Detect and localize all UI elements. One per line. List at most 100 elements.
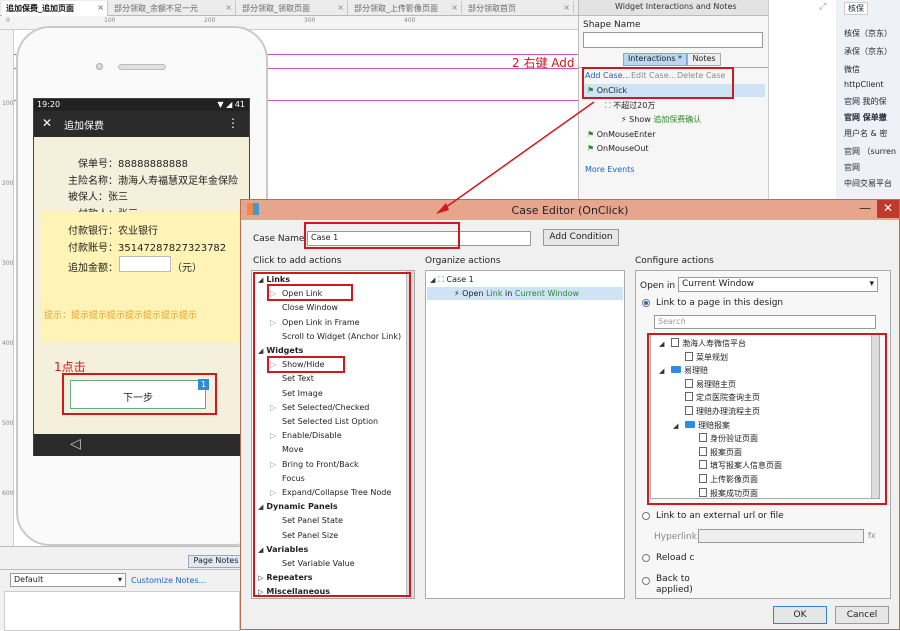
add-condition-button[interactable]: Add Condition <box>543 229 619 246</box>
tab-page[interactable]: 部分领取_上传影像页面 × <box>350 1 462 16</box>
lightning-icon: ⚡ <box>621 115 627 124</box>
organize-actions-list[interactable]: ◢ ⛶ Case 1 ⚡ Open Link in Current Window <box>425 270 625 599</box>
top-label: 核保 <box>844 2 868 15</box>
tab-page[interactable]: 追加保费_追加页面 × <box>2 1 108 16</box>
chevron-down-icon: ▾ <box>117 575 122 584</box>
back-icon[interactable]: ◁ <box>70 436 81 452</box>
close-icon[interactable]: ✕ <box>877 200 899 218</box>
list-item[interactable]: 官网 我的保 <box>844 96 887 107</box>
action-node[interactable]: ⚡ Open Link in Current Window <box>454 289 579 298</box>
ruler-label: 100 <box>104 17 116 24</box>
menu-icon[interactable]: ⋮ <box>227 116 239 130</box>
ruler-label: 500 <box>2 420 14 427</box>
event-onmouseenter[interactable]: ⚑ OnMouseEnter <box>587 130 656 139</box>
close-tab-icon[interactable]: × <box>337 3 344 12</box>
ruler-label: 300 <box>2 260 14 267</box>
open-in-label: Open in <box>640 281 676 291</box>
case-icon: ⛶ <box>438 275 444 284</box>
tree-search-input[interactable]: Search <box>654 315 876 329</box>
list-item[interactable]: 官网 <box>844 162 860 173</box>
minimize-icon[interactable]: — <box>855 200 875 218</box>
radio-reload[interactable] <box>642 554 650 562</box>
ruler-label: 0 <box>6 17 10 24</box>
tab-page[interactable]: 部分领取_领取页面 × <box>238 1 348 16</box>
action-row[interactable]: ⚡ Show 追加保费确认 <box>621 114 701 125</box>
field-label: 主险名称： <box>68 176 118 187</box>
action-label: Show <box>629 115 651 124</box>
list-item[interactable]: 核保（京东） <box>844 28 892 39</box>
highlight-case-name <box>304 222 460 249</box>
list-item[interactable]: httpClient <box>844 80 884 89</box>
tab-label: 追加保费_追加页面 <box>6 4 74 13</box>
hyperlink-input[interactable] <box>698 529 864 543</box>
list-item[interactable]: 中间交易平台 <box>844 178 892 189</box>
radio-external-url[interactable] <box>642 512 650 520</box>
close-tab-icon[interactable]: × <box>97 3 104 12</box>
close-tab-icon[interactable]: × <box>451 3 458 12</box>
action-connector: in <box>502 289 515 298</box>
list-item[interactable]: 用户名 & 密 <box>844 128 887 139</box>
camera-icon <box>96 63 103 70</box>
tab-page[interactable]: 部分领取首页 × <box>464 1 574 16</box>
tip-text: 提示：提示提示提示提示提示提示提示 <box>44 311 198 321</box>
policy-number-row: 保单号：88888888888 <box>78 155 188 170</box>
open-in-select[interactable]: Current Window ▾ <box>678 277 878 292</box>
tab-notes[interactable]: Notes <box>687 53 721 66</box>
action-target: 追加保费确认 <box>653 115 702 124</box>
close-tab-icon[interactable]: × <box>563 3 570 12</box>
list-item[interactable]: 官网 保单撤 <box>844 112 887 123</box>
radio-back-label-2: applied) <box>656 585 693 595</box>
step1-annotation: 1点击 <box>54 360 86 374</box>
tab-interactions[interactable]: Interactions * <box>623 53 687 66</box>
event-onmouseout[interactable]: ⚑ OnMouseOut <box>587 144 649 153</box>
notes-select[interactable]: Default ▾ <box>10 573 126 587</box>
tab-notes-label: Notes <box>692 54 716 63</box>
case-row[interactable]: ⛶ 不超过20万 <box>605 100 655 111</box>
list-item[interactable]: 微信 <box>844 64 860 75</box>
list-item[interactable]: 官网 （surren <box>844 146 896 157</box>
radio-reload-label: Reload c <box>656 553 695 563</box>
column-header-configure: Configure actions <box>635 256 714 266</box>
highlight-page-tree <box>647 333 887 505</box>
event-label: OnMouseOut <box>596 144 649 153</box>
close-tab-icon[interactable]: × <box>225 3 232 12</box>
case-node[interactable]: ◢ ⛶ Case 1 <box>430 275 474 285</box>
speaker-icon <box>118 64 166 70</box>
tab-label: 部分领取_上传影像页面 <box>354 4 438 13</box>
tab-page[interactable]: 部分领取_余额不足一元 × <box>110 1 236 16</box>
ruler-label: 100 <box>2 100 14 107</box>
ok-button[interactable]: OK <box>773 606 827 624</box>
action-target: Current Window <box>514 289 580 298</box>
field-value: 渤海人寿福慧双足年金保险 <box>118 176 238 187</box>
field-label: 付款银行： <box>68 226 118 237</box>
notes-textarea[interactable] <box>4 591 240 631</box>
amount-row: 追加金额： <box>68 259 118 274</box>
notes-select-value: Default <box>14 575 44 584</box>
ruler-label: 400 <box>2 340 14 347</box>
radio-back[interactable] <box>642 577 650 585</box>
radio-link-page[interactable] <box>642 299 650 307</box>
field-value: 张三 <box>108 192 128 203</box>
amount-input[interactable] <box>119 256 171 272</box>
radio-external-url-label: Link to an external url or file <box>656 511 784 521</box>
highlight-actions-list <box>253 272 411 597</box>
chevron-down-icon: ▾ <box>869 279 874 289</box>
status-bar: 19:20 ▼ ◢ 41 <box>34 99 249 111</box>
dialog-title-bar: Case Editor (OnClick) — ✕ <box>241 200 899 220</box>
cancel-button[interactable]: Cancel <box>835 606 889 624</box>
fx-button[interactable]: fx <box>868 531 876 540</box>
more-events-link[interactable]: More Events <box>585 165 634 174</box>
panel-title: Widget Interactions and Notes <box>615 2 737 11</box>
shape-name-input[interactable] <box>583 32 763 48</box>
tab-label: 部分领取首页 <box>468 4 516 13</box>
tab-interactions-label: Interactions * <box>627 54 683 63</box>
shape-name-label: Shape Name <box>583 20 641 30</box>
close-icon[interactable]: ✕ <box>42 116 52 130</box>
tab-page-notes[interactable]: Page Notes <box>188 555 244 568</box>
expand-icon[interactable]: ⤢ <box>819 2 826 12</box>
tab-label: 部分领取_余额不足一元 <box>114 4 198 13</box>
list-item[interactable]: 承保（京东） <box>844 46 892 57</box>
action-object: Link <box>486 289 503 298</box>
android-nav-bar: ◁ <box>34 434 249 456</box>
customize-notes-link[interactable]: Customize Notes... <box>131 576 206 585</box>
